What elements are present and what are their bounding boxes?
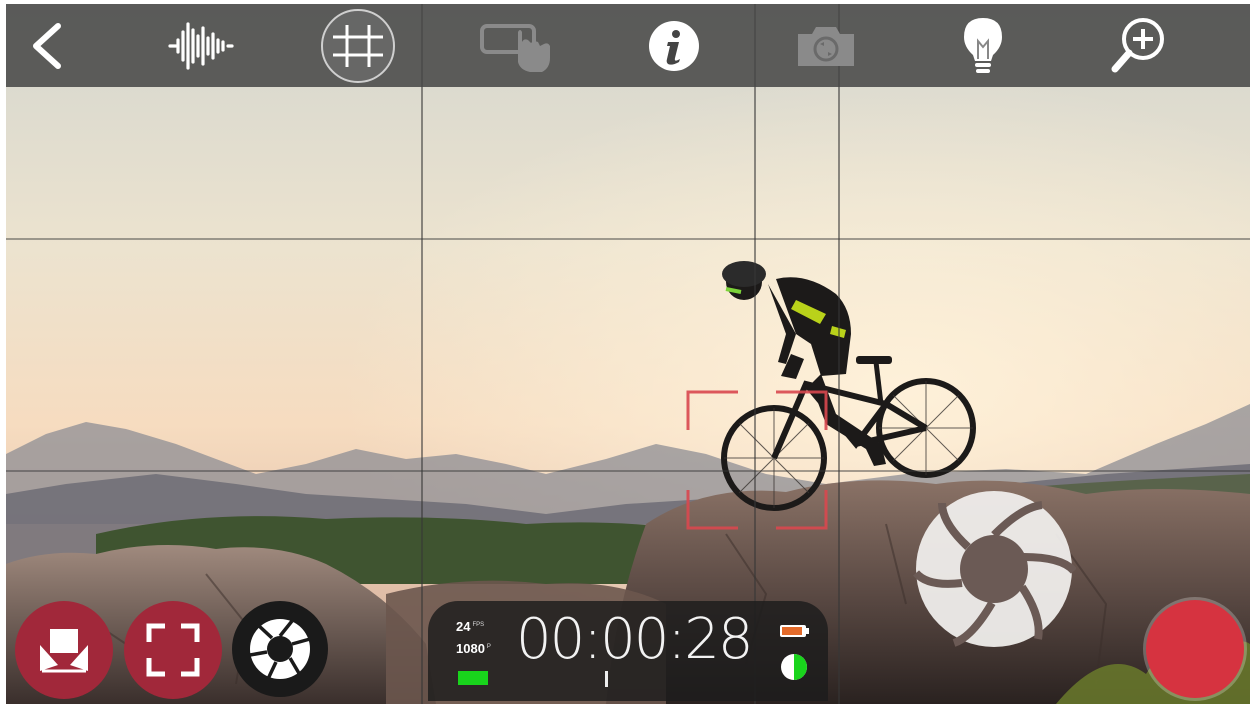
- resolution-unit: P: [486, 643, 491, 650]
- back-icon: [33, 23, 61, 69]
- focus-lock-button[interactable]: [15, 601, 113, 699]
- shutter-button[interactable]: [912, 487, 1076, 651]
- audio-waveform-icon: [168, 22, 234, 70]
- info-icon: [649, 21, 699, 71]
- aperture-button[interactable]: [232, 601, 328, 697]
- camera-switch-button[interactable]: [786, 10, 866, 82]
- touch-gesture-icon: [480, 24, 550, 72]
- top-toolbar: [6, 4, 1250, 87]
- fps-indicator[interactable]: 24 FPS: [456, 619, 484, 634]
- audio-level-marker: [605, 671, 608, 687]
- storage-indicator: [458, 671, 488, 685]
- aperture-icon: [249, 619, 311, 680]
- audio-button[interactable]: [161, 10, 241, 82]
- camera-switch-icon: [798, 27, 854, 66]
- resolution-value: 1080: [456, 641, 485, 656]
- light-button[interactable]: [943, 10, 1023, 82]
- resolution-indicator[interactable]: 1080 P: [456, 641, 491, 656]
- battery-icon: [780, 625, 809, 680]
- frame-expand-button[interactable]: [124, 601, 222, 699]
- grid-line-horizontal: [6, 470, 1250, 472]
- light-bulb-icon: [964, 18, 1002, 73]
- back-button[interactable]: [8, 10, 88, 82]
- grid-overlay-icon: [321, 9, 395, 83]
- timecode-display: 00:00:28: [516, 607, 754, 672]
- focus-lock-icon: [40, 629, 88, 673]
- zoom-in-icon: [1111, 18, 1164, 73]
- focus-box[interactable]: [686, 390, 828, 530]
- frame-expand-icon: [146, 623, 200, 677]
- grid-line-vertical: [421, 4, 423, 704]
- fps-unit: FPS: [472, 621, 485, 628]
- recording-status-panel: 24 FPS 1080 P 00:00:28: [428, 601, 828, 701]
- gestures-button[interactable]: [476, 10, 556, 82]
- record-button[interactable]: [1146, 600, 1244, 698]
- info-button[interactable]: [634, 10, 714, 82]
- grid-line-vertical: [754, 4, 756, 704]
- grid-line-vertical: [838, 4, 840, 704]
- grid-line-horizontal: [6, 238, 1250, 240]
- grid-button[interactable]: [318, 9, 398, 83]
- zoom-button[interactable]: [1098, 10, 1178, 82]
- fps-value: 24: [456, 619, 471, 634]
- shutter-aperture-icon: [912, 491, 1076, 647]
- camera-app: 24 FPS 1080 P 00:00:28: [6, 4, 1250, 704]
